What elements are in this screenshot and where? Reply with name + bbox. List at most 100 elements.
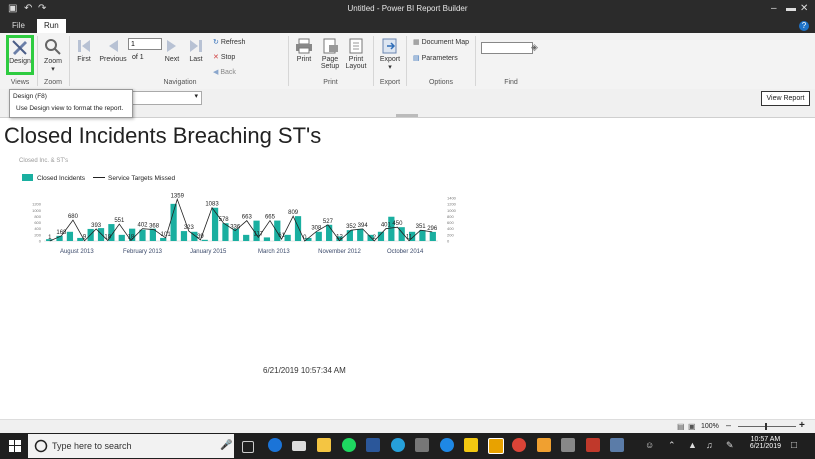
last-label: Last: [189, 56, 203, 63]
y2-tick-label: 0: [447, 239, 450, 244]
chart-bar: [357, 228, 364, 241]
microphone-icon: 🎤: [220, 440, 233, 451]
last-page-button[interactable]: Last: [186, 38, 206, 63]
find-input[interactable]: [481, 42, 533, 54]
tab-run[interactable]: Run: [37, 19, 66, 34]
clock-time: 10:57 AM: [750, 436, 781, 443]
data-label: 578: [219, 217, 230, 223]
chart-bar: [263, 237, 271, 241]
power-bi-icon[interactable]: [464, 438, 478, 452]
zoom-slider-thumb[interactable]: [765, 423, 767, 430]
parameters-button[interactable]: ▤ Parameters: [413, 54, 458, 62]
refresh-button[interactable]: ↻ Refresh: [213, 38, 245, 46]
export-icon: [382, 38, 397, 54]
back-icon: ◀: [213, 69, 219, 76]
document-map-button[interactable]: ▦ Document Map: [413, 38, 469, 46]
chevron-up-icon[interactable]: ⌃: [668, 440, 676, 451]
spotify-icon[interactable]: [342, 438, 356, 452]
network-icon[interactable]: ▲: [688, 440, 697, 450]
page-view-icon[interactable]: ▤: [677, 422, 685, 431]
windows-start-icon[interactable]: [9, 440, 21, 452]
data-label: 665: [265, 215, 276, 221]
close-icon[interactable]: ✕: [800, 3, 808, 14]
y2-tick-label: 1200: [447, 202, 457, 207]
first-label: First: [77, 56, 91, 63]
notification-icon[interactable]: □: [791, 440, 797, 451]
app-icon[interactable]: [415, 438, 429, 452]
app-icon[interactable]: [586, 438, 600, 452]
chrome-icon[interactable]: [512, 438, 526, 452]
legend-swatch-closed-incidents: [22, 174, 33, 181]
pen-icon[interactable]: ✎: [726, 440, 734, 451]
group-separator: [373, 36, 374, 86]
page-count: of 1: [132, 54, 144, 61]
data-label: 402: [137, 223, 148, 229]
back-button[interactable]: ◀ Back: [213, 68, 236, 76]
data-label: 11: [406, 235, 413, 241]
export-button[interactable]: Export ▾: [377, 38, 403, 71]
zoom-in-icon[interactable]: +: [799, 420, 805, 431]
group-separator: [69, 36, 70, 86]
binoculars-icon[interactable]: ◈: [531, 42, 538, 53]
app-icon[interactable]: [561, 438, 575, 452]
print-layout-button[interactable]: Print Layout: [344, 38, 368, 70]
zoom-out-icon[interactable]: –: [726, 420, 731, 430]
data-label: 2: [373, 235, 377, 241]
report-builder-icon[interactable]: [488, 438, 504, 454]
app-icon[interactable]: [610, 438, 624, 452]
chart-bar: [429, 231, 436, 241]
app-icon[interactable]: [440, 438, 454, 452]
task-view-icon[interactable]: [242, 441, 254, 453]
page-setup-icon: [323, 38, 338, 54]
splitter-handle[interactable]: [396, 114, 418, 117]
data-label: 61: [278, 233, 285, 239]
y2-tick-label: 600: [447, 220, 454, 225]
chevron-down-icon: ▾: [388, 64, 392, 71]
group-label-navigation: Navigation: [163, 79, 197, 86]
data-label: 336: [230, 225, 241, 231]
next-page-button[interactable]: Next: [162, 38, 182, 63]
legend-label: Service Targets Missed: [108, 175, 175, 182]
minimize-icon[interactable]: –: [771, 3, 777, 14]
page-number-input[interactable]: [128, 38, 162, 50]
y-tick-label: 0: [39, 239, 42, 244]
fit-page-icon[interactable]: ▣: [688, 422, 696, 431]
group-label-options: Options: [428, 79, 454, 86]
volume-icon[interactable]: ♫: [706, 440, 713, 450]
app-icon[interactable]: [537, 438, 551, 452]
y-tick-label: 400: [34, 226, 41, 231]
chart-bar: [294, 216, 302, 241]
help-icon[interactable]: ?: [799, 21, 809, 31]
word-icon[interactable]: [366, 438, 380, 452]
chart-bar: [326, 224, 333, 241]
print-button[interactable]: Print: [293, 38, 315, 63]
view-report-button[interactable]: View Report: [761, 91, 810, 106]
app-icon[interactable]: [391, 438, 405, 452]
previous-page-button[interactable]: Previous: [98, 38, 128, 63]
chart-bar: [243, 234, 250, 241]
stop-button[interactable]: ✕ Stop: [213, 53, 235, 61]
people-icon[interactable]: ☺: [645, 440, 654, 450]
data-label: 168: [56, 230, 67, 236]
chart-bar: [284, 234, 291, 241]
edge-icon[interactable]: [268, 438, 282, 452]
legend-label: Closed Incidents: [37, 175, 86, 182]
group-separator: [288, 36, 289, 86]
zoom-slider[interactable]: [738, 426, 796, 427]
data-label: 401: [381, 223, 392, 229]
title-bar: ▣ ↶ ↷ Untitled - Power BI Report Builder…: [0, 0, 815, 19]
x-tick-label: January 2015: [190, 249, 227, 255]
data-label: 368: [149, 224, 160, 230]
zoom-button[interactable]: Zoom ▾: [40, 38, 66, 73]
clock-date: 6/21/2019: [749, 443, 781, 450]
file-explorer-icon[interactable]: [317, 438, 331, 452]
data-label: 809: [288, 210, 299, 216]
previous-label: Previous: [99, 56, 127, 63]
first-page-icon: [78, 40, 90, 52]
first-page-button[interactable]: First: [74, 38, 94, 63]
restore-icon[interactable]: ▬: [786, 3, 796, 14]
taskbar-clock[interactable]: 10:57 AM 6/21/2019: [750, 436, 781, 450]
tab-file[interactable]: File: [5, 19, 32, 33]
page-setup-button[interactable]: Page Setup: [318, 38, 342, 70]
mail-icon[interactable]: [292, 441, 306, 451]
